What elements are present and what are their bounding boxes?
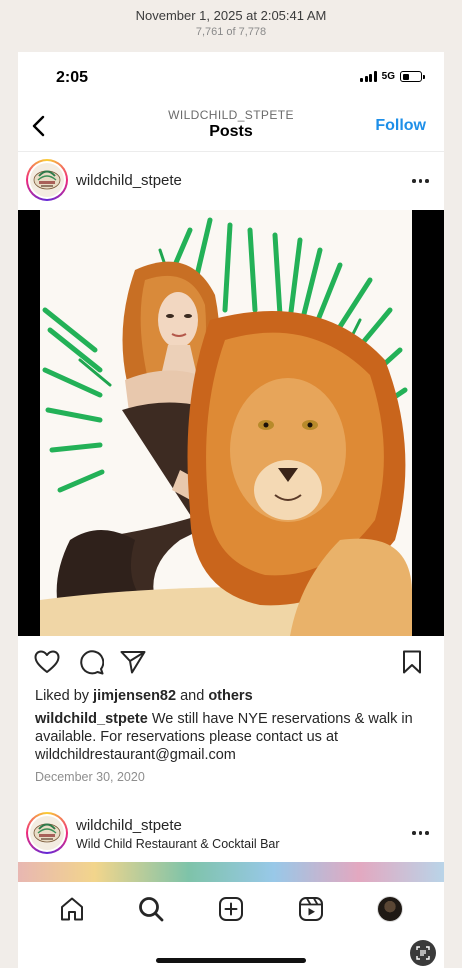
post-caption: wildchild_stpete We still have NYE reser… [35,710,430,764]
liked-middle: and [176,688,209,704]
liked-user-link[interactable]: jimjensen82 [93,688,176,704]
next-post-location[interactable]: Wild Child Restaurant & Cocktail Bar [76,837,280,851]
visual-lookup-icon [416,946,430,960]
comment-icon [80,650,105,675]
status-time: 2:05 [56,69,89,86]
status-icons: 5G [360,71,425,82]
post-date: December 30, 2020 [35,770,145,784]
photo-date: November 1, 2025 at 2:05:41 AM [135,8,327,23]
next-post-more-button[interactable] [412,831,429,835]
tab-create[interactable] [216,894,246,924]
caption-username[interactable]: wildchild_stpete [35,711,148,727]
post-avatar[interactable] [26,159,68,201]
save-button[interactable] [402,650,422,679]
share-button[interactable] [120,650,146,679]
home-icon [60,897,83,921]
liked-others-link[interactable]: others [208,688,252,704]
home-indicator [156,958,306,963]
liked-prefix: Liked by [35,688,94,704]
tab-reels[interactable] [296,894,326,924]
photo-viewer-header: November 1, 2025 at 2:05:41 AM 7,761 of … [0,0,462,50]
phone-screen: 2:05 5G WILDCHILD_STPETE Posts Follow wi… [18,52,444,968]
battery-icon [400,71,425,82]
plus-square-icon [218,897,243,921]
header-divider [18,151,444,152]
tab-search[interactable] [136,894,166,924]
tab-profile[interactable] [375,894,405,924]
signal-icon [360,71,377,82]
heart-icon [34,650,60,673]
post-image[interactable] [18,210,444,636]
post-more-button[interactable] [412,179,429,183]
tab-home[interactable] [57,894,87,924]
follow-button[interactable]: Follow [375,117,426,135]
lion-woman-illustration [40,210,412,636]
next-post-username[interactable]: wildchild_stpete [76,817,182,834]
next-post-avatar[interactable] [26,812,68,854]
visual-lookup-button[interactable] [410,940,436,966]
network-type: 5G [381,71,395,82]
comment-button[interactable] [78,649,105,680]
bookmark-icon [403,650,421,674]
like-button[interactable] [34,650,60,679]
search-icon [139,897,164,922]
battery-level [402,73,410,80]
liked-by-line: Liked by jimjensen82 and others [35,688,253,704]
wildchild-logo [30,163,64,197]
wildchild-logo [30,816,64,850]
profile-avatar [377,896,404,922]
bottom-tab-bar [18,882,444,936]
send-icon [120,651,146,674]
photo-count: 7,761 of 7,778 [195,26,267,38]
reels-icon [298,897,323,921]
post-username[interactable]: wildchild_stpete [76,172,182,189]
